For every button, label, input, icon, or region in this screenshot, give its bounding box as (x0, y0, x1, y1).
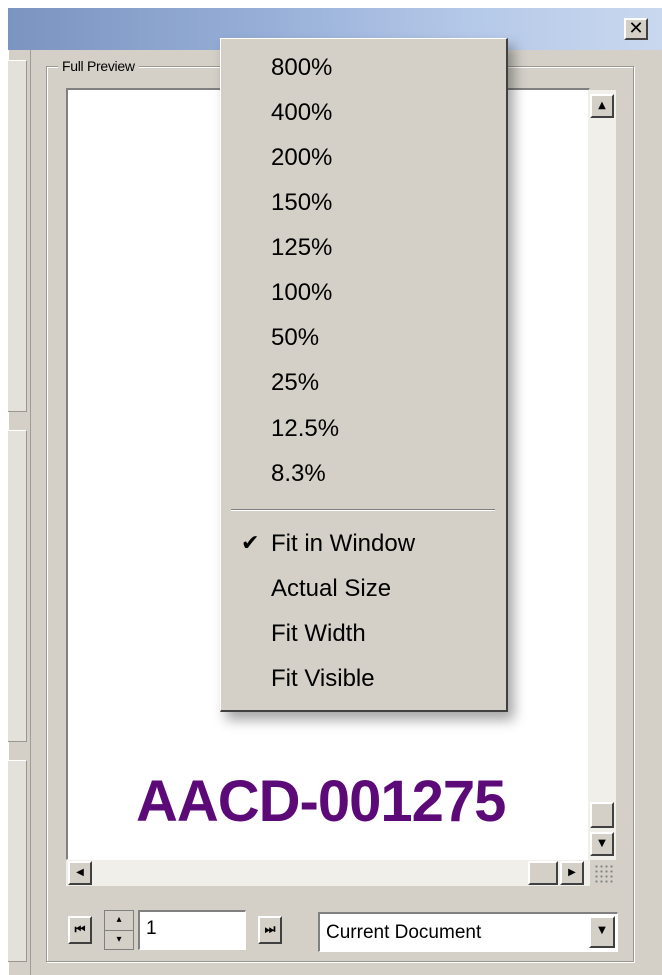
arrow-right-icon: ▶ (568, 867, 576, 878)
arrow-left-icon: ◀ (76, 867, 84, 878)
menu-item-label: 100% (271, 279, 333, 306)
menu-item-zoom-50[interactable]: 50% (221, 317, 505, 359)
menu-item-label: Actual Size (271, 575, 392, 602)
vertical-scrollbar[interactable]: ▲ ▼ (588, 90, 616, 860)
menu-item-label: Fit Visible (271, 665, 375, 692)
menu-item-zoom-8-3[interactable]: 8.3% (221, 453, 505, 495)
arrow-down-icon: ▼ (598, 838, 606, 849)
document-scope-value: Current Document (326, 922, 482, 943)
menu-item-fit-visible[interactable]: Fit Visible (221, 658, 505, 700)
menu-item-label: 400% (271, 99, 333, 126)
first-page-button[interactable]: ⏮ (68, 916, 92, 944)
menu-separator (231, 509, 495, 511)
menu-item-actual-size[interactable]: Actual Size (221, 568, 505, 610)
menu-item-label: 200% (271, 144, 333, 171)
last-page-button[interactable]: ⏭ (258, 916, 282, 944)
menu-item-zoom-400[interactable]: 400% (221, 92, 505, 134)
menu-item-fit-width[interactable]: Fit Width (221, 613, 505, 655)
group-label: Full Preview (58, 58, 139, 74)
checkmark-icon: ✔ (241, 531, 260, 556)
spin-down-button[interactable]: ▾ (105, 931, 133, 950)
document-id-text: AACD-001275 (136, 769, 506, 834)
menu-item-zoom-150[interactable]: 150% (221, 182, 505, 224)
close-icon: ✕ (628, 18, 644, 39)
arrow-up-icon: ▲ (598, 100, 606, 111)
menu-item-label: 12.5% (271, 415, 340, 442)
spin-down-icon: ▾ (116, 934, 122, 945)
zoom-context-menu: 800% 400% 200% 150% 125% 100% 50% 25% 12… (220, 38, 508, 712)
chevron-down-icon: ▼ (598, 925, 606, 936)
scroll-thumb-vertical[interactable] (590, 802, 614, 828)
scroll-left-button[interactable]: ◀ (68, 861, 92, 885)
first-page-icon: ⏮ (74, 922, 86, 936)
last-page-icon: ⏭ (264, 922, 276, 936)
menu-item-zoom-25[interactable]: 25% (221, 362, 505, 404)
left-tab-middle[interactable] (8, 430, 27, 742)
page-number-input[interactable]: 1 (138, 910, 246, 950)
close-button[interactable]: ✕ (624, 18, 648, 40)
spin-up-icon: ▴ (116, 914, 122, 925)
dropdown-button[interactable]: ▼ (589, 916, 615, 948)
menu-item-label: 50% (271, 324, 320, 351)
resize-grip-icon[interactable] (594, 864, 614, 884)
left-tab-upper[interactable] (8, 60, 27, 412)
spin-up-button[interactable]: ▴ (105, 911, 133, 931)
menu-item-zoom-800[interactable]: 800% (221, 47, 505, 89)
menu-item-label: 150% (271, 189, 333, 216)
menu-item-label: 800% (271, 54, 333, 81)
menu-item-zoom-100[interactable]: 100% (221, 272, 505, 314)
scroll-down-button[interactable]: ▼ (590, 832, 614, 856)
menu-item-label: 25% (271, 369, 320, 396)
menu-item-label: Fit in Window (271, 530, 416, 557)
scroll-thumb-horizontal[interactable] (528, 861, 558, 885)
menu-item-zoom-125[interactable]: 125% (221, 227, 505, 269)
scroll-right-button[interactable]: ▶ (560, 861, 584, 885)
left-tab-lower[interactable] (8, 760, 27, 962)
scroll-up-button[interactable]: ▲ (590, 94, 614, 118)
menu-item-zoom-12-5[interactable]: 12.5% (221, 408, 505, 450)
document-scope-select[interactable]: Current Document ▼ (318, 912, 618, 952)
menu-item-fit-in-window[interactable]: ✔ Fit in Window (221, 523, 505, 565)
menu-item-label: 125% (271, 234, 333, 261)
horizontal-scrollbar[interactable]: ◀ ▶ (66, 860, 590, 886)
menu-item-label: Fit Width (271, 620, 366, 647)
menu-item-zoom-200[interactable]: 200% (221, 137, 505, 179)
menu-item-label: 8.3% (271, 460, 326, 487)
page-spinner[interactable]: ▴ ▾ (104, 910, 134, 950)
